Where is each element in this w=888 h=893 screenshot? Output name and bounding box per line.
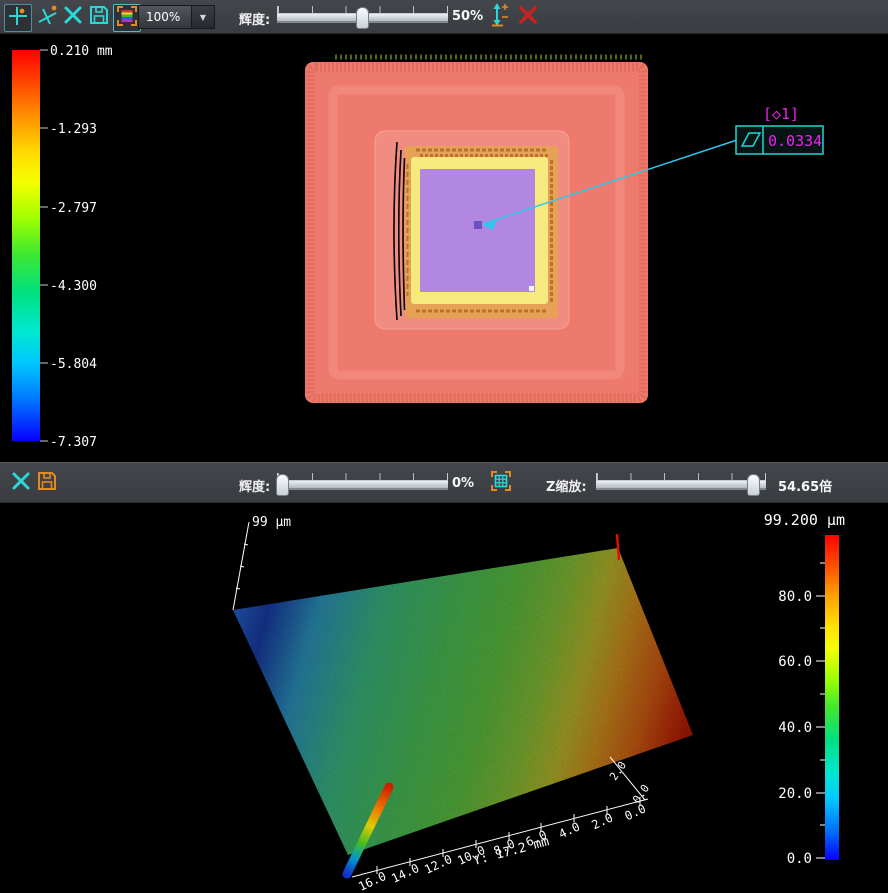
axes-crosshair-icon — [7, 5, 29, 31]
close-button[interactable] — [515, 4, 541, 30]
chevron-down-icon: ▼ — [200, 13, 206, 22]
expand-arrows-icon — [62, 4, 84, 30]
save-3d-image-button[interactable] — [34, 470, 60, 496]
zoom-level-value: 100% — [139, 6, 191, 28]
scale-tick-label: 20.0 — [778, 786, 812, 802]
slider-ruler — [596, 473, 766, 481]
level-adjust-button[interactable] — [487, 4, 513, 30]
fit-expand-button[interactable] — [60, 4, 86, 30]
scale-tick-label: -7.307 — [50, 435, 97, 450]
measure-axes-button[interactable] — [4, 4, 32, 32]
tilted-profile-button[interactable] — [34, 4, 60, 30]
color-palette-button[interactable] — [113, 4, 141, 32]
slider-ruler — [277, 473, 448, 481]
mesh-grid-button[interactable] — [488, 470, 514, 496]
z-axis — [233, 522, 249, 610]
save-image-button[interactable] — [86, 4, 112, 30]
scale-tick-label: 80.0 — [778, 589, 812, 605]
scale-tick-label: -1.293 — [50, 122, 97, 137]
3d-view-toolbar: 辉度: 0% Z缩放: — [0, 462, 888, 503]
slider-track — [277, 481, 448, 490]
chip-sample-image — [305, 57, 648, 403]
y-tick-label: 16.0 — [356, 869, 388, 893]
slider-track — [596, 481, 766, 490]
scale-title: 99.200 µm — [764, 511, 845, 529]
annotation-title: [◇1] — [763, 105, 799, 123]
y-tick-label: 12.0 — [422, 852, 454, 877]
surface-3d-view[interactable]: 99 µm 16.0 14.0 12.0 10.0 8.0 — [0, 503, 888, 893]
zscale-label: Z缩放: — [546, 476, 587, 495]
y-tick-label: 4.0 — [557, 819, 583, 841]
x-axis: 2.0 0.0 — [607, 757, 652, 806]
fit-expand-3d-button[interactable] — [8, 470, 34, 496]
height-map-view[interactable]: 0.210 mm -1.293 -2.797 -4.300 -5.804 -7.… — [0, 34, 888, 462]
zscale-slider[interactable] — [596, 471, 766, 497]
top-toolbar: 100% ▼ 辉度: 50% — [0, 0, 888, 34]
tilted-axes-icon — [36, 4, 58, 30]
scale-tick-label: -5.804 — [50, 357, 97, 372]
mesh-grid-icon — [489, 469, 513, 497]
save-floppy-icon — [88, 4, 110, 30]
scale-tick-label: 60.0 — [778, 654, 812, 670]
zoom-level-select[interactable]: 100% ▼ — [138, 5, 215, 29]
close-x-icon — [518, 5, 538, 29]
brightness-slider-thumb[interactable] — [356, 7, 369, 29]
brightness-value: 50% — [452, 9, 483, 24]
zscale-value: 54.65倍 — [778, 476, 832, 495]
scale-tick-label: -2.797 — [50, 201, 97, 216]
scale-tick-label: 0.0 — [787, 851, 812, 867]
annotation-value: 0.0334 — [768, 132, 822, 150]
brightness-slider[interactable] — [277, 4, 448, 30]
scale-tick-label: 40.0 — [778, 720, 812, 736]
zscale-slider-thumb[interactable] — [747, 474, 760, 496]
expand-arrows-icon — [10, 470, 32, 496]
brightness-3d-slider[interactable] — [277, 471, 448, 497]
zoom-dropdown-button[interactable]: ▼ — [191, 6, 214, 28]
save-floppy-icon — [36, 470, 58, 496]
y-tick-label: 14.0 — [389, 861, 421, 886]
surface-color-scale: 99.200 µm 80.0 60.0 40.0 20.0 0.0 — [764, 511, 845, 867]
measurement-point[interactable] — [474, 221, 482, 229]
level-adjust-icon — [489, 3, 511, 31]
metrology-app-window: 100% ▼ 辉度: 50% — [0, 0, 888, 893]
topview-color-scale: 0.210 mm -1.293 -2.797 -4.300 -5.804 -7.… — [12, 44, 113, 450]
brightness-3d-label: 辉度: — [239, 476, 270, 495]
scale-tick-label: 0.210 mm — [50, 44, 113, 59]
brightness-3d-slider-thumb[interactable] — [276, 474, 289, 496]
color-palette-icon — [116, 5, 138, 31]
z-axis-label: 99 µm — [252, 515, 291, 530]
surface-mesh[interactable] — [233, 534, 693, 855]
brightness-3d-value: 0% — [452, 476, 474, 491]
brightness-label: 辉度: — [239, 9, 270, 28]
scale-tick-label: -4.300 — [50, 279, 97, 294]
